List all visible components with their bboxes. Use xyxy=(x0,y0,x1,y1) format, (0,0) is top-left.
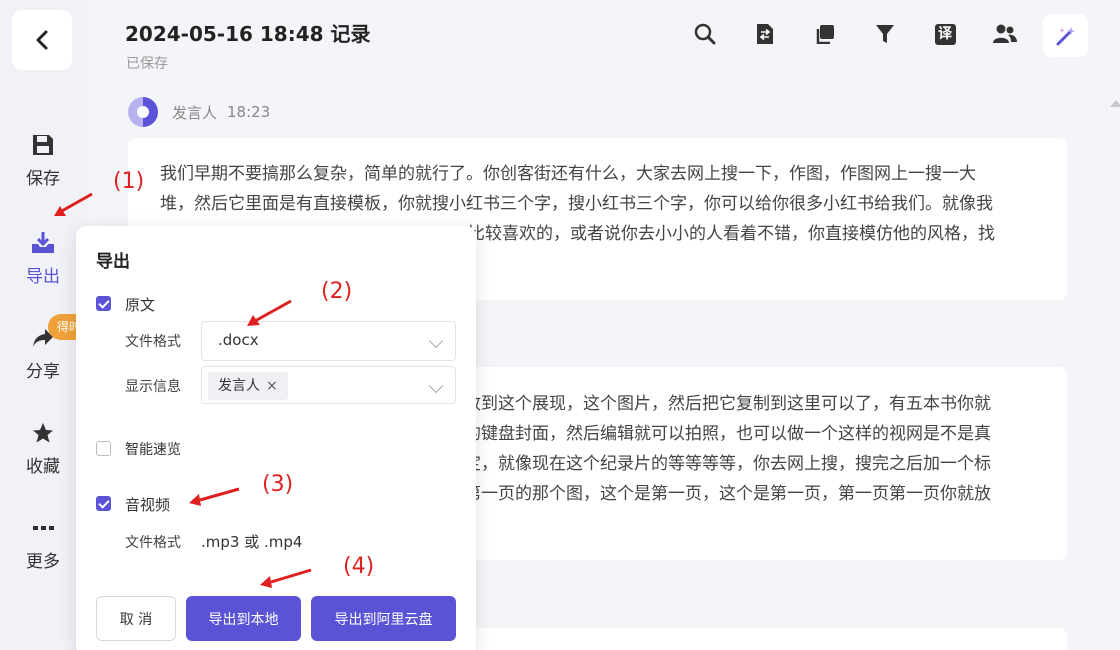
speaker-name: 发言人 xyxy=(172,103,218,122)
original-label: 原文 xyxy=(125,296,156,314)
search-button[interactable] xyxy=(689,18,721,50)
display-info-label: 显示信息 xyxy=(125,379,181,395)
copy-button[interactable] xyxy=(809,18,841,50)
annotation-4: (4) xyxy=(343,554,375,579)
star-icon xyxy=(0,418,86,448)
sidebar: 保存 导出 分享 得时 收藏 更多 xyxy=(0,0,88,650)
sidebar-item-label: 导出 xyxy=(26,267,60,287)
speakers-icon xyxy=(993,24,1017,43)
av-format-value: .mp3 或 .mp4 xyxy=(201,533,303,551)
close-icon[interactable]: × xyxy=(266,372,278,400)
av-format-label: 文件格式 xyxy=(125,535,181,551)
sidebar-item-label: 收藏 xyxy=(26,457,60,477)
file-format-value: .docx xyxy=(218,331,259,349)
annotation-arrow-1 xyxy=(54,192,93,216)
audio-video-checkbox[interactable] xyxy=(96,496,111,511)
transcript-line: 我们早期不要搞那么复杂，简单的就行了。你创客街还有什么，大家去网上搜一下，作图，… xyxy=(160,164,976,184)
convert-doc-button[interactable] xyxy=(749,18,781,50)
sidebar-item-favorite[interactable]: 收藏 xyxy=(0,418,86,477)
export-icon xyxy=(0,228,86,258)
convert-doc-icon xyxy=(757,24,773,44)
transcript-line: 堆，然后它里面是有直接模板，你就搜小红书三个字，搜小红书三个字，你可以给你很多小… xyxy=(160,194,993,214)
search-icon xyxy=(694,23,716,45)
original-checkbox[interactable] xyxy=(96,296,111,311)
chevron-left-icon xyxy=(36,30,48,50)
back-button[interactable] xyxy=(12,10,72,70)
save-status: 已保存 xyxy=(126,56,168,72)
translate-glyph: 译 xyxy=(938,26,952,42)
speakers-button[interactable] xyxy=(989,18,1021,50)
filter-button[interactable] xyxy=(869,18,901,50)
export-cloud-button[interactable]: 导出到阿里云盘 xyxy=(311,596,456,641)
sidebar-item-label: 分享 xyxy=(26,362,60,382)
export-panel-title: 导出 xyxy=(96,252,130,272)
smart-preview-checkbox[interactable] xyxy=(96,441,111,456)
audio-video-label: 音视频 xyxy=(125,496,171,514)
avatar xyxy=(128,97,158,127)
display-info-tag: 发言人 × xyxy=(208,372,288,400)
translate-icon: 译 xyxy=(934,23,956,45)
file-format-select[interactable]: .docx xyxy=(201,321,456,361)
copy-icon xyxy=(816,25,834,44)
sidebar-item-label: 更多 xyxy=(26,552,60,572)
scroll-up-arrow[interactable] xyxy=(1110,100,1120,107)
chevron-down-icon xyxy=(428,378,444,394)
annotation-arrow-2 xyxy=(247,299,292,326)
export-local-button[interactable]: 导出到本地 xyxy=(186,596,301,641)
translate-button[interactable]: 译 xyxy=(929,18,961,50)
sidebar-item-label: 保存 xyxy=(26,169,60,189)
annotation-arrow-4 xyxy=(260,568,312,588)
display-info-select[interactable]: 发言人 × xyxy=(201,366,456,404)
tag-label: 发言人 xyxy=(218,378,260,394)
sidebar-item-more[interactable]: 更多 xyxy=(0,513,86,572)
annotation-arrow-3 xyxy=(189,487,240,506)
sidebar-item-save[interactable]: 保存 xyxy=(0,130,86,189)
speaker-time: 18:23 xyxy=(227,103,271,121)
save-icon xyxy=(0,130,86,160)
file-format-label: 文件格式 xyxy=(125,334,181,350)
filter-icon xyxy=(876,25,894,43)
speaker-header: 发言人 18:23 xyxy=(128,97,270,127)
magic-wand-icon xyxy=(1056,26,1075,45)
page-title: 2024-05-16 18:48 记录 xyxy=(125,22,371,46)
more-icon xyxy=(0,513,86,543)
annotation-3: (3) xyxy=(262,472,294,497)
annotation-1: (1) xyxy=(113,169,145,194)
magic-wand-button[interactable] xyxy=(1043,14,1088,57)
sidebar-item-export[interactable]: 导出 xyxy=(0,228,86,287)
cancel-button[interactable]: 取 消 xyxy=(96,596,176,641)
annotation-2: (2) xyxy=(321,279,353,304)
chevron-down-icon xyxy=(428,333,444,349)
smart-preview-label: 智能速览 xyxy=(125,442,181,458)
